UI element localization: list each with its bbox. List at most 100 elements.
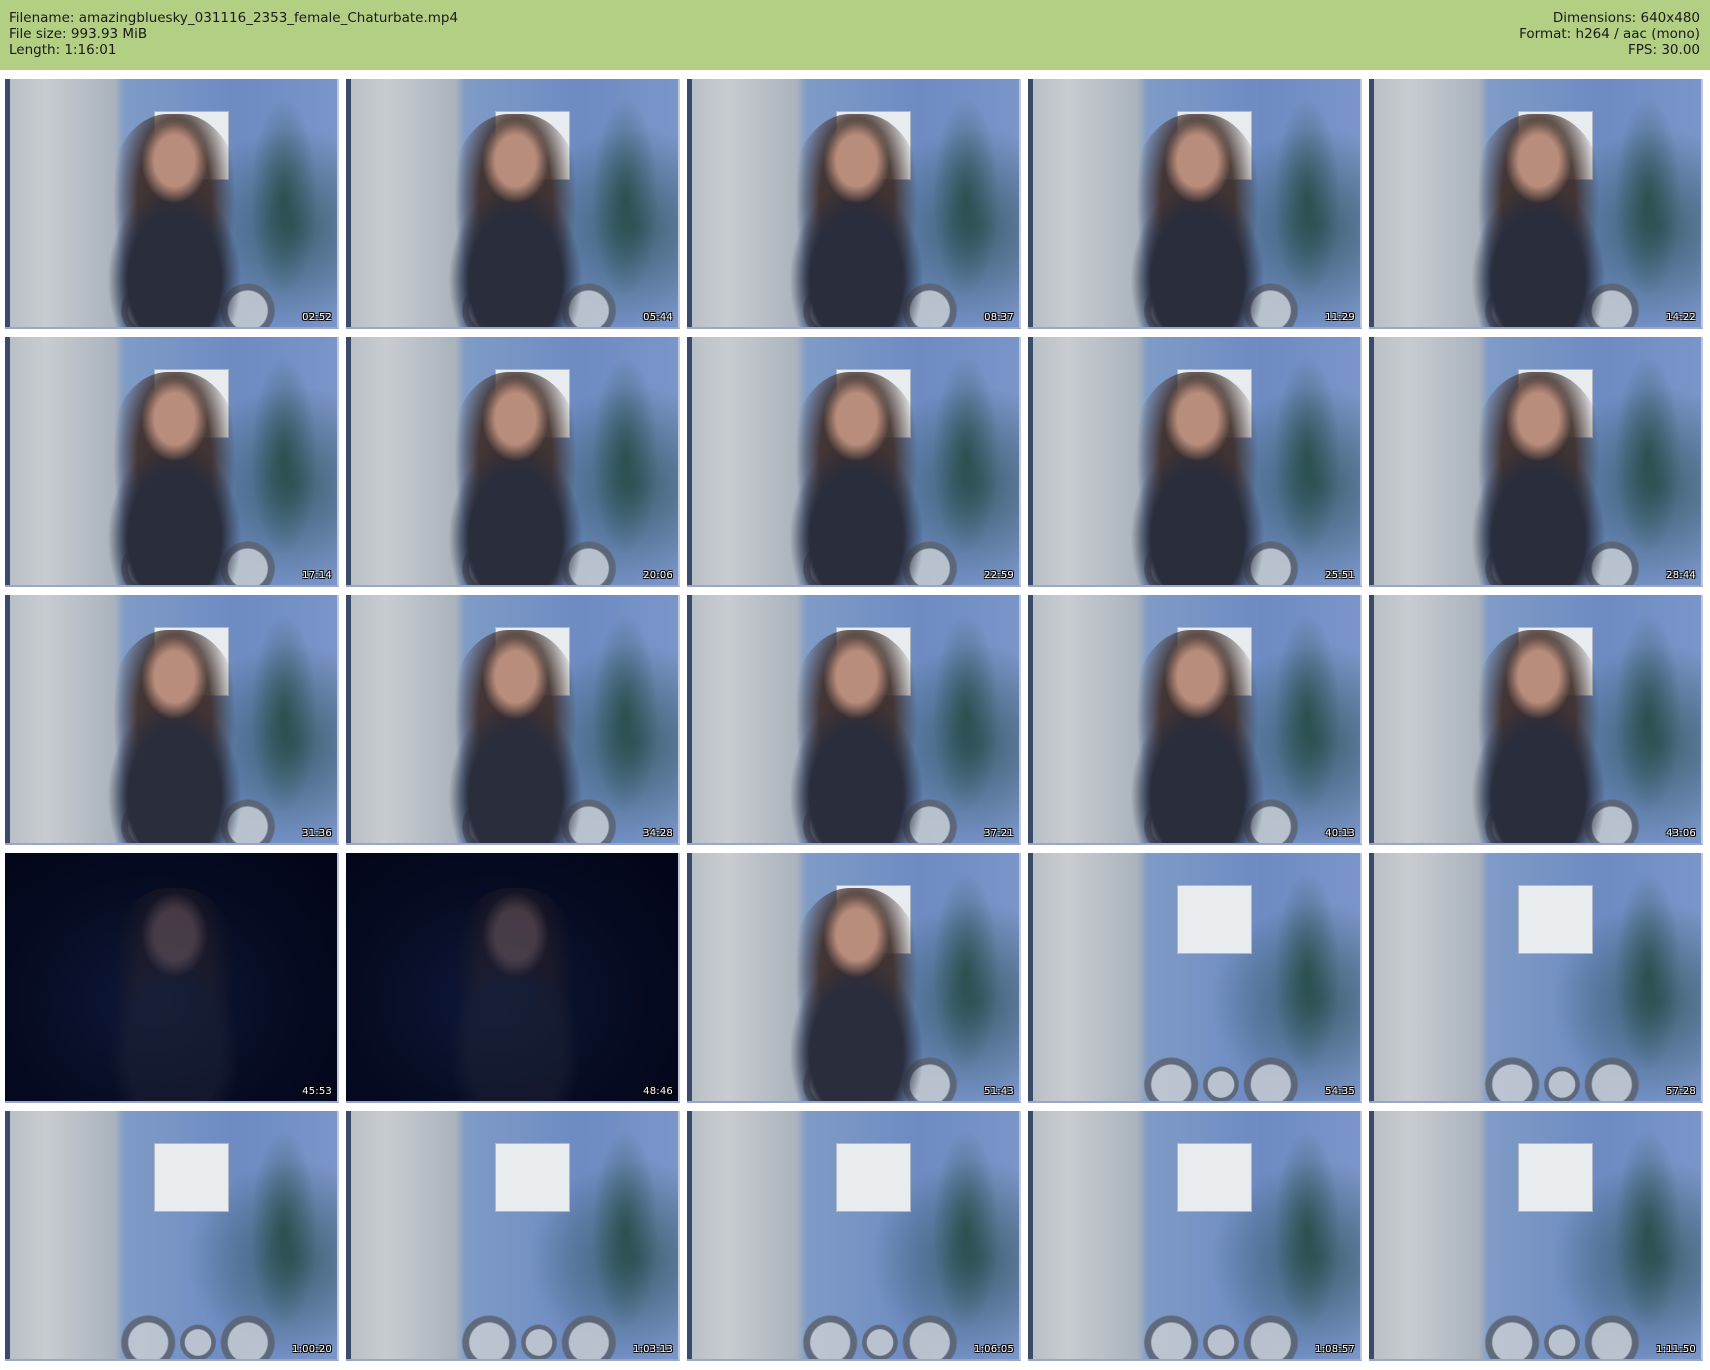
wall-poster bbox=[154, 1143, 230, 1213]
video-thumbnail: 51:43 bbox=[687, 853, 1021, 1103]
person-figure bbox=[1468, 371, 1609, 585]
video-thumbnail: 1:03:13 bbox=[346, 1111, 680, 1361]
thumbnail-grid: 02:52 05:44 08:37 11:29 14:22 17:14 20:06 22:59… bbox=[0, 0, 1710, 1370]
video-thumbnail: 40:13 bbox=[1028, 595, 1362, 845]
person-figure bbox=[1468, 113, 1609, 327]
timestamp-label: 1:11:50 bbox=[1656, 1344, 1696, 1355]
video-thumbnail: 22:59 bbox=[687, 337, 1021, 587]
video-thumbnail: 08:37 bbox=[687, 79, 1021, 329]
timestamp-label: 1:03:13 bbox=[633, 1344, 673, 1355]
plant bbox=[1273, 872, 1341, 1072]
person-figure bbox=[104, 887, 245, 1101]
video-thumbnail: 25:51 bbox=[1028, 337, 1362, 587]
plant bbox=[591, 98, 659, 298]
person-figure bbox=[445, 887, 586, 1101]
wheel-rims bbox=[796, 1304, 963, 1359]
plant bbox=[1614, 1130, 1682, 1330]
wall-poster bbox=[1518, 885, 1594, 955]
timestamp-label: 40:13 bbox=[1325, 828, 1355, 839]
video-thumbnail: 1:08:57 bbox=[1028, 1111, 1362, 1361]
video-thumbnail: 1:06:05 bbox=[687, 1111, 1021, 1361]
plant bbox=[250, 1130, 318, 1330]
plant bbox=[1273, 356, 1341, 556]
timestamp-label: 37:21 bbox=[984, 828, 1014, 839]
video-thumbnail: 05:44 bbox=[346, 79, 680, 329]
plant bbox=[1273, 1130, 1341, 1330]
person-figure bbox=[1127, 629, 1268, 843]
timestamp-label: 25:51 bbox=[1325, 570, 1355, 581]
wheel-rims bbox=[114, 1304, 281, 1359]
wall-poster bbox=[495, 1143, 571, 1213]
timestamp-label: 57:28 bbox=[1666, 1086, 1696, 1097]
wall-poster bbox=[836, 1143, 912, 1213]
plant bbox=[591, 356, 659, 556]
video-thumbnail: 17:14 bbox=[5, 337, 339, 587]
person-figure bbox=[104, 113, 245, 327]
timestamp-label: 02:52 bbox=[302, 312, 332, 323]
plant bbox=[1614, 614, 1682, 814]
plant bbox=[1273, 98, 1341, 298]
timestamp-label: 05:44 bbox=[643, 312, 673, 323]
timestamp-label: 22:59 bbox=[984, 570, 1014, 581]
timestamp-label: 17:14 bbox=[302, 570, 332, 581]
person-figure bbox=[786, 113, 927, 327]
timestamp-label: 11:29 bbox=[1325, 312, 1355, 323]
timestamp-label: 20:06 bbox=[643, 570, 673, 581]
video-thumbnail: 1:11:50 bbox=[1369, 1111, 1703, 1361]
plant bbox=[591, 1130, 659, 1330]
video-thumbnail: 11:29 bbox=[1028, 79, 1362, 329]
person-figure bbox=[1127, 113, 1268, 327]
person-figure bbox=[1127, 371, 1268, 585]
wheel-rims bbox=[1478, 1304, 1645, 1359]
wheel-rims bbox=[455, 1304, 622, 1359]
plant bbox=[932, 356, 1000, 556]
plant bbox=[932, 98, 1000, 298]
timestamp-label: 54:35 bbox=[1325, 1086, 1355, 1097]
video-thumbnail: 28:44 bbox=[1369, 337, 1703, 587]
plant bbox=[591, 614, 659, 814]
timestamp-label: 1:08:57 bbox=[1315, 1344, 1355, 1355]
person-figure bbox=[786, 371, 927, 585]
video-thumbnail: 02:52 bbox=[5, 79, 339, 329]
timestamp-label: 14:22 bbox=[1666, 312, 1696, 323]
person-figure bbox=[104, 371, 245, 585]
video-thumbnail: 1:00:20 bbox=[5, 1111, 339, 1361]
timestamp-label: 45:53 bbox=[302, 1086, 332, 1097]
timestamp-label: 1:06:05 bbox=[974, 1344, 1014, 1355]
person-figure bbox=[445, 371, 586, 585]
video-thumbnail: 45:53 bbox=[5, 853, 339, 1103]
timestamp-label: 51:43 bbox=[984, 1086, 1014, 1097]
video-thumbnail: 14:22 bbox=[1369, 79, 1703, 329]
video-thumbnail: 48:46 bbox=[346, 853, 680, 1103]
video-thumbnail: 34:28 bbox=[346, 595, 680, 845]
plant bbox=[1614, 872, 1682, 1072]
video-thumbnail: 54:35 bbox=[1028, 853, 1362, 1103]
wall-poster bbox=[1177, 1143, 1253, 1213]
person-figure bbox=[1468, 629, 1609, 843]
timestamp-label: 08:37 bbox=[984, 312, 1014, 323]
plant bbox=[932, 1130, 1000, 1330]
plant bbox=[250, 98, 318, 298]
video-thumbnail: 37:21 bbox=[687, 595, 1021, 845]
person-figure bbox=[104, 629, 245, 843]
wheel-rims bbox=[1137, 1046, 1304, 1101]
plant bbox=[932, 614, 1000, 814]
video-thumbnail: 31:36 bbox=[5, 595, 339, 845]
timestamp-label: 1:00:20 bbox=[292, 1344, 332, 1355]
plant bbox=[1614, 356, 1682, 556]
video-thumbnail: 20:06 bbox=[346, 337, 680, 587]
plant bbox=[1273, 614, 1341, 814]
timestamp-label: 43:06 bbox=[1666, 828, 1696, 839]
person-figure bbox=[445, 629, 586, 843]
timestamp-label: 48:46 bbox=[643, 1086, 673, 1097]
video-thumbnail: 43:06 bbox=[1369, 595, 1703, 845]
plant bbox=[250, 356, 318, 556]
timestamp-label: 34:28 bbox=[643, 828, 673, 839]
person-figure bbox=[786, 629, 927, 843]
wall-poster bbox=[1518, 1143, 1594, 1213]
wheel-rims bbox=[1137, 1304, 1304, 1359]
person-figure bbox=[445, 113, 586, 327]
wheel-rims bbox=[1478, 1046, 1645, 1101]
wall-poster bbox=[1177, 885, 1253, 955]
timestamp-label: 28:44 bbox=[1666, 570, 1696, 581]
